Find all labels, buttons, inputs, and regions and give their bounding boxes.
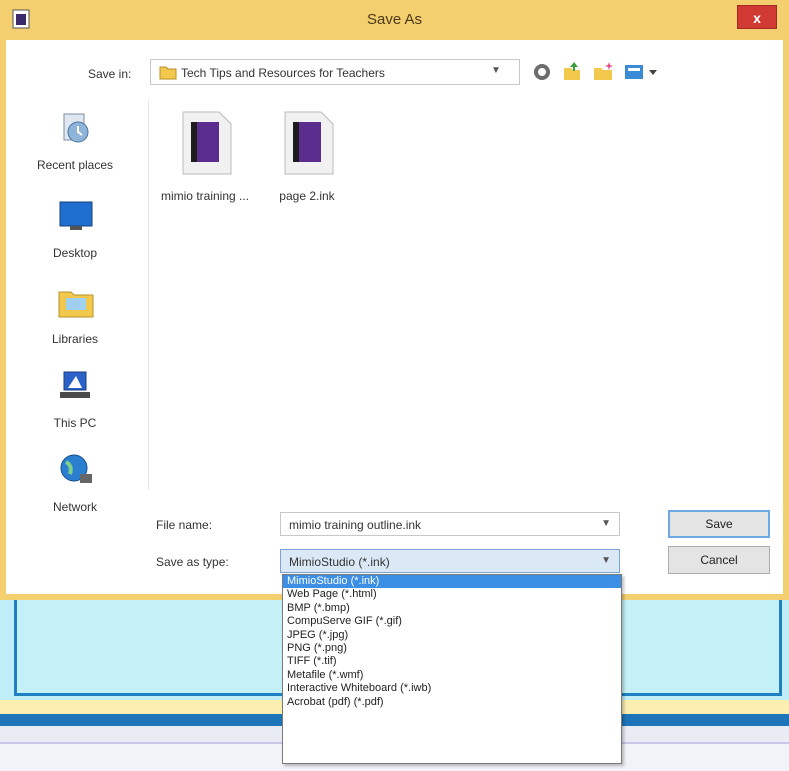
save-button[interactable]: Save — [668, 510, 770, 538]
mimio-document-icon — [284, 111, 334, 175]
place-label: This PC — [53, 416, 97, 430]
dropdown-option[interactable]: CompuServe GIF (*.gif) — [283, 615, 621, 628]
dropdown-option[interactable]: Interactive Whiteboard (*.iwb) — [283, 682, 621, 695]
save-in-combo[interactable]: Tech Tips and Resources for Teachers ▼ — [150, 59, 520, 85]
view-menu-icon[interactable] — [622, 60, 660, 84]
this-pc-icon — [60, 371, 90, 398]
dropdown-option[interactable]: BMP (*.bmp) — [283, 602, 621, 615]
save-as-type-dropdown[interactable]: MimioStudio (*.ink) Web Page (*.html) BM… — [282, 574, 622, 764]
save-as-type-value: MimioStudio (*.ink) — [289, 555, 390, 569]
place-label: Desktop — [52, 246, 98, 260]
dropdown-option[interactable]: JPEG (*.jpg) — [283, 629, 621, 642]
place-label: Libraries — [51, 332, 99, 346]
dropdown-option[interactable]: TIFF (*.tif) — [283, 655, 621, 668]
dropdown-option[interactable]: Acrobat (pdf) (*.pdf) — [283, 696, 621, 709]
dropdown-option[interactable]: Web Page (*.html) — [283, 588, 621, 601]
save-as-type-select[interactable]: MimioStudio (*.ink) ▼ — [280, 549, 620, 573]
dropdown-option[interactable]: PNG (*.png) — [283, 642, 621, 655]
title-bar[interactable]: Save As x — [0, 0, 789, 40]
window-title: Save As — [366, 11, 423, 28]
places-bar: Recent places Desktop Libraries This PC … — [12, 100, 138, 520]
folder-icon — [159, 66, 177, 80]
chevron-down-icon[interactable]: ▼ — [601, 555, 611, 566]
file-name-value: mimio training outline.ink — [289, 518, 422, 532]
back-icon[interactable] — [530, 60, 554, 84]
dropdown-option[interactable]: MimioStudio (*.ink) — [283, 575, 621, 589]
save-in-value: Tech Tips and Resources for Teachers — [181, 66, 385, 80]
file-name-label: File name: — [156, 518, 213, 532]
mimio-document-icon — [182, 111, 232, 175]
up-folder-icon[interactable] — [560, 60, 584, 84]
file-list[interactable]: mimio training ... page 2.ink — [148, 100, 778, 490]
dropdown-option[interactable]: Metafile (*.wmf) — [283, 669, 621, 682]
close-button[interactable]: x — [737, 5, 777, 29]
libraries-icon — [58, 291, 94, 318]
recent-places-icon — [63, 113, 89, 143]
save-as-type-label: Save as type: — [156, 555, 229, 569]
save-as-dialog: Save As x Save in: Tech Tips and Resourc… — [0, 0, 789, 600]
network-icon — [60, 454, 92, 483]
file-name-label: page 2.ink — [279, 189, 335, 203]
file-name-label: mimio training ... — [160, 189, 250, 203]
save-in-label: Save in: — [88, 67, 132, 81]
file-name-input[interactable]: mimio training outline.ink ▼ — [280, 512, 620, 536]
new-folder-icon[interactable] — [592, 60, 616, 84]
desktop-icon — [59, 201, 93, 230]
chevron-down-icon[interactable]: ▼ — [601, 518, 611, 529]
place-label: Network — [52, 500, 97, 514]
chevron-down-icon: ▼ — [491, 65, 501, 76]
cancel-button[interactable]: Cancel — [668, 546, 770, 574]
place-label: Recent places — [36, 158, 114, 172]
